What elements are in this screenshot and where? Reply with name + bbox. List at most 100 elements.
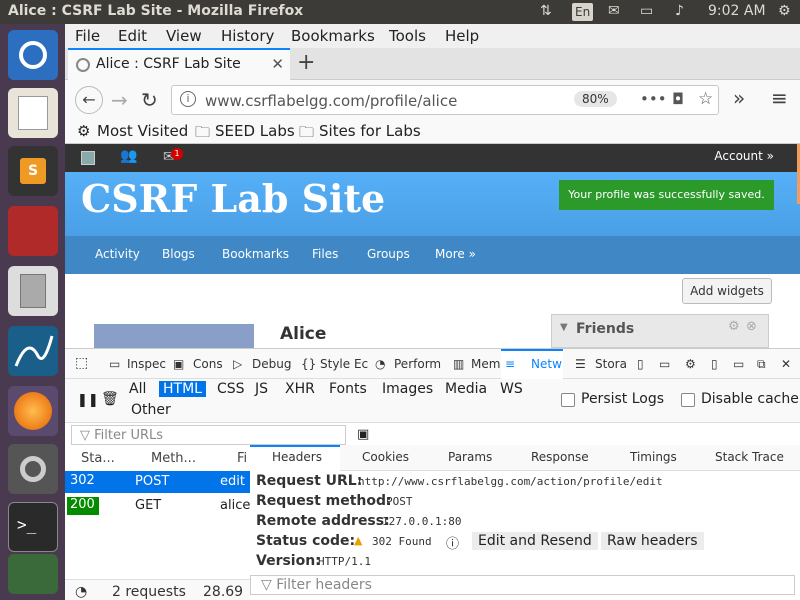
tab-cookies[interactable]: Cookies [362, 450, 409, 464]
overflow-chevron-icon[interactable]: » [733, 86, 745, 110]
filter-js[interactable]: JS [251, 381, 272, 397]
system-settings-icon[interactable] [8, 444, 58, 494]
nav-activity[interactable]: Activity [95, 247, 140, 261]
tab-style-editor[interactable]: Style Ec [320, 357, 368, 371]
menu-bookmarks[interactable]: Bookmarks [291, 27, 375, 45]
network-arrows-icon[interactable]: ⇅ [540, 3, 552, 19]
tab-debugger[interactable]: Debug [252, 357, 291, 371]
avatar[interactable] [81, 151, 95, 165]
element-picker-icon[interactable]: ⬚ [75, 355, 88, 371]
devtools-settings-icon[interactable]: ⚙ [685, 357, 696, 371]
terminal-grid-icon[interactable] [8, 206, 58, 256]
table-row[interactable]: 200 GET alice [65, 495, 250, 517]
url-bar[interactable]: i www.csrflabelgg.com/profile/alice 80% … [171, 85, 719, 115]
nav-bookmarks[interactable]: Bookmarks [222, 247, 289, 261]
filter-all[interactable]: All [125, 381, 150, 397]
tab-active[interactable]: Alice : CSRF Lab Site ✕ [68, 48, 290, 80]
file-cabinet-icon[interactable] [8, 266, 58, 316]
tab-performance[interactable]: Perform [394, 357, 441, 371]
nav-blogs[interactable]: Blogs [162, 247, 195, 261]
filter-media[interactable]: Media [441, 381, 491, 397]
volume-icon[interactable]: ♪ [675, 3, 684, 19]
filter-urls-input[interactable]: ▽ Filter URLs [71, 425, 346, 445]
hamburger-menu-icon[interactable]: ≡ [771, 86, 788, 110]
add-widgets-button[interactable]: Add widgets [682, 278, 772, 304]
raw-headers-button[interactable]: Raw headers [601, 532, 704, 550]
bookmark-seed-labs[interactable]: SEED Labs [215, 122, 295, 140]
filter-css[interactable]: CSS [213, 381, 249, 397]
tab-stack-trace[interactable]: Stack Trace [715, 450, 784, 464]
column-method[interactable]: Meth... [151, 451, 196, 466]
clock[interactable]: 9:02 AM [708, 3, 766, 19]
menu-edit[interactable]: Edit [118, 27, 147, 45]
software-updater-icon[interactable] [8, 554, 58, 594]
page-actions-ellipsis-icon[interactable]: ••• [640, 90, 667, 108]
filter-fonts[interactable]: Fonts [325, 381, 371, 397]
terminal-icon[interactable]: >_ [8, 502, 58, 552]
new-tab-plus-icon[interactable]: + [297, 50, 315, 75]
keyboard-layout-indicator[interactable]: En [572, 3, 594, 21]
friends-icon[interactable]: 👥 [120, 148, 137, 164]
tab-console[interactable]: Cons [193, 357, 223, 371]
tab-network[interactable]: Netw [531, 357, 562, 371]
dock-side-icon[interactable]: ▯ [711, 357, 718, 371]
url-text[interactable]: www.csrflabelgg.com/profile/alice [205, 92, 457, 110]
nav-groups[interactable]: Groups [367, 247, 410, 261]
filter-headers-input[interactable]: ▽ Filter headers [250, 575, 795, 595]
site-name[interactable]: CSRF Lab Site [81, 176, 385, 221]
ubuntu-dash-icon[interactable] [8, 30, 58, 80]
site-info-icon[interactable]: i [180, 91, 196, 107]
edit-and-resend-button[interactable]: Edit and Resend [472, 532, 598, 550]
bookmark-sites-for-labs[interactable]: Sites for Labs [319, 122, 421, 140]
responsive-mode-icon[interactable]: ▯ [637, 357, 644, 371]
collapse-triangle-icon[interactable]: ▼ [560, 322, 568, 333]
menu-tools[interactable]: Tools [389, 27, 426, 45]
mail-icon[interactable]: ✉ [608, 3, 620, 19]
help-icon[interactable]: ⓘ [446, 533, 459, 552]
back-arrow-icon[interactable]: ← [75, 86, 103, 114]
tab-inspector[interactable]: Inspec [127, 357, 166, 371]
close-devtools-icon[interactable]: ✕ [781, 357, 791, 371]
trash-icon[interactable]: 🗑 [101, 391, 119, 407]
menu-history[interactable]: History [221, 27, 274, 45]
toggle-sidebar-icon[interactable]: ▣ [357, 427, 369, 442]
dock-separate-icon[interactable]: ⧉ [757, 357, 766, 372]
disable-cache-checkbox[interactable] [681, 393, 695, 407]
filter-xhr[interactable]: XHR [281, 381, 319, 397]
menu-help[interactable]: Help [445, 27, 479, 45]
tab-params[interactable]: Params [448, 450, 492, 464]
sublime-text-icon[interactable]: S [8, 146, 58, 196]
widget-settings-icon[interactable]: ⚙ [728, 319, 740, 334]
bookmark-most-visited[interactable]: Most Visited [97, 122, 188, 140]
tab-response[interactable]: Response [531, 450, 589, 464]
zoom-level-badge[interactable]: 80% [574, 91, 617, 107]
persist-logs-checkbox[interactable] [561, 393, 575, 407]
firefox-icon[interactable] [8, 386, 58, 436]
performance-analysis-icon[interactable]: ◔ [75, 584, 87, 600]
nav-more[interactable]: More » [435, 247, 476, 261]
profile-image[interactable] [94, 324, 254, 348]
column-status[interactable]: Sta... [81, 451, 115, 466]
pocket-icon[interactable]: ◘ [672, 90, 684, 108]
tab-headers[interactable]: Headers [272, 450, 322, 464]
column-file[interactable]: Fi [237, 451, 247, 466]
close-tab-icon[interactable]: ✕ [271, 55, 284, 73]
tab-storage[interactable]: Stora [595, 357, 627, 371]
dock-window-icon[interactable]: ▭ [733, 357, 744, 371]
disable-cache-label[interactable]: Disable cache [701, 391, 799, 407]
pause-icon[interactable]: ❚❚ [77, 393, 99, 408]
forward-arrow-icon[interactable]: → [111, 88, 128, 112]
filter-html[interactable]: HTML [159, 381, 206, 397]
wireshark-icon[interactable] [8, 326, 58, 376]
bookmark-star-icon[interactable]: ☆ [698, 89, 713, 109]
menu-view[interactable]: View [166, 27, 202, 45]
filter-ws[interactable]: WS [496, 381, 527, 397]
table-row[interactable]: 302 POST edit [65, 471, 250, 493]
menu-file[interactable]: File [75, 27, 100, 45]
filter-other[interactable]: Other [127, 402, 175, 418]
widget-close-icon[interactable]: ⊗ [746, 319, 757, 334]
screenshot-icon[interactable]: ▭ [659, 357, 670, 371]
account-menu[interactable]: Account » [714, 149, 774, 163]
persist-logs-label[interactable]: Persist Logs [581, 391, 664, 407]
settings-gear-icon[interactable]: ⚙ [778, 3, 791, 19]
